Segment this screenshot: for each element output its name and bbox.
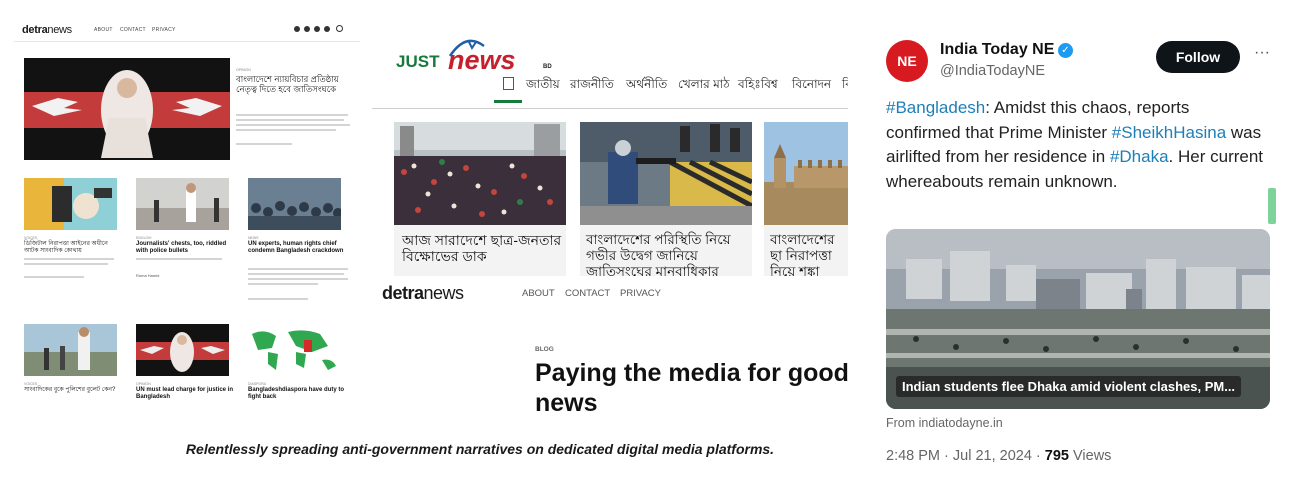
source-link[interactable]: From indiatodayne.in [886, 416, 1003, 430]
youtube-icon[interactable] [314, 26, 320, 32]
nav-national[interactable]: জাতীয় [526, 76, 560, 96]
justnews-logo[interactable]: JUST news BD [396, 36, 552, 76]
card-image-5[interactable] [136, 324, 229, 376]
more-options-icon[interactable]: ··· [1254, 44, 1270, 62]
nav-about[interactable]: ABOUT [522, 288, 555, 299]
card-title-6[interactable]: Bangladeshdiaspora have duty to fight ba… [248, 387, 352, 401]
tweet-text: #Bangladesh: Amidst this chaos, reports … [886, 98, 1264, 191]
nav-about[interactable]: ABOUT [94, 27, 113, 33]
card-text-line [248, 283, 318, 285]
hero-text-line [236, 114, 348, 116]
tweet-screenshot: NE India Today NE ✓ @IndiaTodayNE Follow… [876, 26, 1276, 476]
card-text-line [248, 273, 344, 275]
hero-text-line [236, 129, 336, 131]
scrollbar-thumb[interactable] [1268, 188, 1276, 224]
story-image-1[interactable] [394, 122, 566, 225]
image-caption: Relentlessly spreading anti-government n… [185, 441, 775, 457]
card-image-1[interactable] [24, 178, 117, 230]
hero-text-line [236, 124, 350, 126]
twitter-icon[interactable] [304, 26, 310, 32]
card-tag: VOICES [24, 236, 38, 240]
card-meta-line [248, 298, 308, 300]
story-image-2[interactable] [580, 122, 752, 225]
story-title-1[interactable]: আজ সারাদেশে ছাত্র-জনতার বিক্ষোভের ডাক [402, 232, 562, 264]
card-tag: DIASPORA [248, 382, 267, 386]
rss-icon[interactable] [324, 26, 330, 32]
card-text-line [24, 263, 108, 265]
card-text-line [136, 258, 222, 260]
card-image-6[interactable] [248, 324, 341, 376]
card-author[interactable]: Ruma Hamid [136, 273, 159, 279]
nav-contact[interactable]: CONTACT [565, 288, 610, 299]
detranews-blog-screenshot: detranews ABOUT CONTACT PRIVACY BLOG Pay… [372, 276, 848, 418]
card-text-line [248, 278, 348, 280]
media-caption: Indian students flee Dhaka amid violent … [896, 376, 1242, 397]
nav-politics[interactable]: রাজনীতি [570, 76, 614, 96]
card-text-line [248, 268, 348, 270]
card-meta-line [24, 276, 84, 278]
hero-tag: OPINION [236, 68, 251, 72]
instagram-icon[interactable] [294, 26, 300, 32]
nav-privacy[interactable]: PRIVACY [152, 27, 176, 33]
story-image-3[interactable] [764, 122, 848, 225]
nav-economy[interactable]: অর্থনীতি [626, 76, 667, 96]
hashtag-link[interactable]: #Bangladesh [886, 98, 985, 117]
nav-sports[interactable]: খেলার মাঠ [678, 76, 730, 96]
card-tag: VOICES [24, 382, 38, 386]
nav-divider [372, 108, 848, 109]
story-title-3[interactable]: বাংলাদেশের ছা নিরাপত্তা নিয়ে শঙ্কা প্রক… [770, 232, 848, 280]
detranews-site-screenshot: detranews ABOUT CONTACT PRIVACY OPINION … [14, 18, 360, 413]
card-text-line [24, 258, 114, 260]
verified-badge-icon: ✓ [1058, 43, 1073, 58]
card-title-3[interactable]: UN experts, human rights chief condemn B… [248, 241, 352, 255]
card-title-4[interactable]: সাংবাদিকের বুকে পুলিশের বুলেট কেন? [24, 387, 120, 394]
site-header: detranews ABOUT CONTACT PRIVACY [14, 18, 360, 42]
hashtag-link[interactable]: #Dhaka [1110, 147, 1169, 166]
card-title-5[interactable]: UN must lead charge for justice in Bangl… [136, 387, 234, 401]
card-title-2[interactable]: Journalists' chests, too, riddled with p… [136, 241, 234, 255]
card-image-4[interactable] [24, 324, 117, 376]
tweet-timestamp[interactable]: 2:48 PM · Jul 21, 2024 · 795 Views [886, 448, 1111, 464]
hero-meta-line [236, 143, 292, 145]
site-logo[interactable]: detranews [22, 24, 72, 36]
views-count: 795 [1044, 448, 1069, 464]
home-icon[interactable] [503, 77, 514, 90]
hero-headline[interactable]: বাংলাদেশে ন্যায়বিচার প্রতিষ্ঠায় নেতৃত্… [236, 74, 354, 94]
hero-text-line [236, 119, 344, 121]
follow-button[interactable]: Follow [1156, 41, 1240, 73]
bangla-news-screenshots: JUST news BD জাতীয় রাজনীতি অর্থনীতি খেল… [372, 18, 848, 418]
card-image-2[interactable] [136, 178, 229, 230]
nav-world[interactable]: বহিঃবিশ্ব [738, 76, 778, 96]
story-title-2[interactable]: বাংলাদেশের পরিস্থিতি নিয়ে গভীর উদ্বেগ জ… [586, 232, 748, 280]
card-title-1[interactable]: ডিজিটাল নিরাপত্তা আইনের অধীনে আটক সাংবাদ… [24, 241, 120, 255]
nav-contact[interactable]: CONTACT [120, 27, 146, 33]
hashtag-link[interactable]: #SheikhHasina [1112, 123, 1226, 142]
card-tag: ENGLISH [136, 236, 152, 240]
nav-privacy[interactable]: PRIVACY [620, 288, 661, 299]
nav-entertainment[interactable]: বিনোদন [792, 76, 831, 96]
card-tag: NEWS [248, 236, 259, 240]
nav-more[interactable]: বি [842, 76, 848, 96]
card-tag: OPINION [136, 382, 151, 386]
account-name[interactable]: India Today NE [940, 41, 1054, 59]
account-handle[interactable]: @IndiaTodayNE [940, 63, 1045, 79]
tweet-media-image[interactable]: Indian students flee Dhaka amid violent … [886, 229, 1270, 409]
card-image-3[interactable] [248, 178, 341, 230]
blog-headline[interactable]: Paying the media for good news [535, 358, 848, 418]
search-icon[interactable] [336, 25, 343, 32]
hero-image[interactable] [24, 58, 230, 160]
blog-kicker[interactable]: BLOG [535, 346, 554, 353]
nav-active-indicator [494, 100, 522, 103]
account-avatar[interactable]: NE [886, 40, 928, 82]
detranews-logo[interactable]: detranews [382, 283, 464, 304]
